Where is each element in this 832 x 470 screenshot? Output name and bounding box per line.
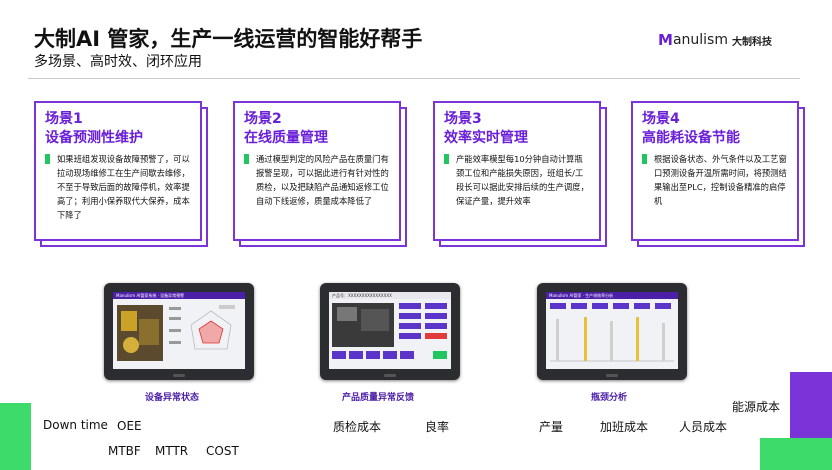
bottleneck-screen-graphic xyxy=(550,303,674,362)
scenario-title: 高能耗设备节能 xyxy=(642,130,740,146)
card-face: 场景1 设备预测性维护 如果班组发现设备故障预警了，可以拉动现场维修工在生产间歇… xyxy=(34,101,202,241)
card-face: 场景4 高能耗设备节能 根据设备状态、外气条件以及工艺窗口预测设备开温所需时间，… xyxy=(631,101,799,241)
metric-mtbf: MTBF xyxy=(108,444,141,458)
bullet-marker xyxy=(444,154,449,164)
metric-output: 产量 xyxy=(539,420,564,434)
tablet-screen: Manulism AI管家系统 · 设备异常预警 xyxy=(113,292,245,369)
scenario-label: 场景3 xyxy=(444,111,482,127)
tablet-bottleneck-analysis: Manulism AI管家 · 生产线效率分析 xyxy=(537,283,687,380)
metric-energy-cost: 能源成本 xyxy=(732,400,781,414)
page-subtitle: 多场景、高时效、闭环应用 xyxy=(34,54,202,70)
tablet-screen: Manulism AI管家 · 生产线效率分析 xyxy=(546,292,678,369)
scenario-card-3: 场景3 效率实时管理 产能效率模型每10分钟自动计算瓶颈工位和产能损失原因，班组… xyxy=(433,101,607,247)
logo-name: anulism xyxy=(672,32,728,48)
header-divider xyxy=(28,78,800,79)
bullet-marker xyxy=(642,154,647,164)
logo-mark: M xyxy=(658,31,673,49)
metric-downtime: Down time xyxy=(43,418,108,432)
scenario-label: 场景2 xyxy=(244,111,282,127)
metric-quality-cost: 质检成本 xyxy=(333,420,382,434)
scenario-title: 效率实时管理 xyxy=(444,130,528,146)
scenario-card-2: 场景2 在线质量管理 通过模型判定的风险产品在质量门有报警呈现，可以据此进行有针… xyxy=(233,101,407,247)
scenario-card-4: 场景4 高能耗设备节能 根据设备状态、外气条件以及工艺窗口预测设备开温所需时间，… xyxy=(631,101,805,247)
bullet-marker xyxy=(45,154,50,164)
tablet-home-indicator xyxy=(384,374,396,377)
tablet-home-indicator xyxy=(606,374,618,377)
scenario-body: 通过模型判定的风险产品在质量门有报警呈现，可以据此进行有针对性的质检，以及把缺陷… xyxy=(256,154,389,206)
metric-overtime-cost: 加班成本 xyxy=(600,420,649,434)
scenario-label: 场景4 xyxy=(642,111,680,127)
screen-caption: 产品质量异常反馈 xyxy=(342,393,415,403)
scenario-body: 产能效率模型每10分钟自动计算瓶颈工位和产能损失原因，班组长/工段长可以据此安排… xyxy=(456,154,589,206)
scenario-label: 场景1 xyxy=(45,111,83,127)
metric-yield: 良率 xyxy=(425,420,450,434)
quality-screen-graphic xyxy=(332,303,447,359)
scenario-body: 如果班组发现设备故障预警了，可以拉动现场维修工在生产间歇去维修，不至于导致后面的… xyxy=(57,154,190,220)
manulism-logo: Manulism 大制科技 xyxy=(658,31,772,49)
screen-title-bar: Manulism AI管家 · 生产线效率分析 xyxy=(546,292,678,299)
card-face: 场景2 在线质量管理 通过模型判定的风险产品在质量门有报警呈现，可以据此进行有针… xyxy=(233,101,401,241)
metric-oee: OEE xyxy=(117,419,142,433)
tablet-equipment-status: Manulism AI管家系统 · 设备异常预警 xyxy=(104,283,254,380)
metric-labor-cost: 人员成本 xyxy=(679,420,728,434)
screen-title-bar: Manulism AI管家系统 · 设备异常预警 xyxy=(113,292,245,299)
tablet-home-indicator xyxy=(173,374,185,377)
scenario-body: 根据设备状态、外气条件以及工艺窗口预测设备开温所需时间，将预测结果输出至PLC，… xyxy=(654,154,787,206)
tablet-quality-feedback: 产品号：XXXXXXXXXXXXXXXX xyxy=(320,283,460,380)
scenario-title: 在线质量管理 xyxy=(244,130,328,146)
decor-green-block-right xyxy=(760,438,832,470)
decor-purple-block-right xyxy=(790,372,832,438)
screen-caption: 设备异常状态 xyxy=(145,393,200,403)
equipment-screen-graphic xyxy=(117,305,235,361)
screen-caption: 瓶颈分析 xyxy=(591,393,628,403)
bullet-marker xyxy=(244,154,249,164)
decor-green-block-left xyxy=(0,403,31,470)
logo-cn: 大制科技 xyxy=(731,36,772,48)
metric-mttr: MTTR xyxy=(155,444,189,458)
tablet-screen: 产品号：XXXXXXXXXXXXXXXX xyxy=(329,292,451,369)
scenario-card-1: 场景1 设备预测性维护 如果班组发现设备故障预警了，可以拉动现场维修工在生产间歇… xyxy=(34,101,208,247)
page-title: 大制AI 管家，生产一线运营的智能好帮手 xyxy=(34,27,423,51)
metric-cost: COST xyxy=(206,444,239,458)
scenario-title: 设备预测性维护 xyxy=(45,130,143,146)
card-face: 场景3 效率实时管理 产能效率模型每10分钟自动计算瓶颈工位和产能损失原因，班组… xyxy=(433,101,601,241)
screen-title-bar: 产品号：XXXXXXXXXXXXXXXX xyxy=(329,292,451,299)
